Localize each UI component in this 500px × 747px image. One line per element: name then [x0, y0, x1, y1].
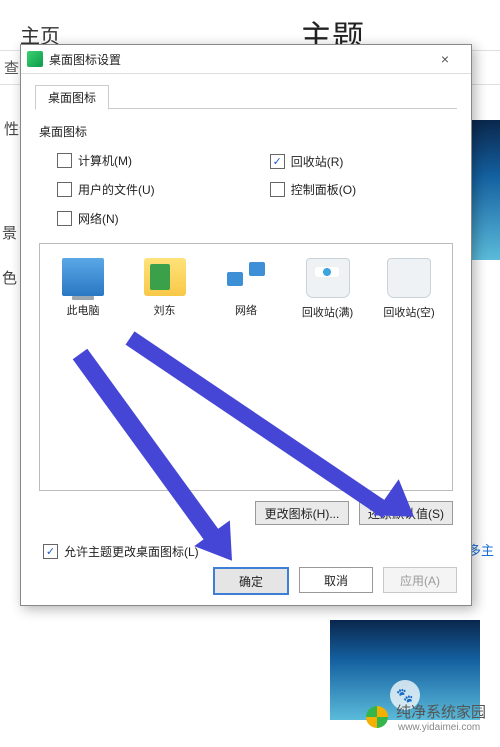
computer-icon: [62, 258, 104, 296]
sidebar-label-colors: 色: [0, 265, 19, 290]
icon-label: 网络: [211, 302, 281, 318]
recycle-empty-icon: [387, 258, 431, 298]
icon-this-pc[interactable]: 此电脑: [48, 258, 118, 320]
watermark-brand: 纯净系统家园: [396, 701, 486, 722]
ok-button[interactable]: 确定: [213, 567, 289, 595]
desktop-icon-settings-dialog: 桌面图标设置 × 桌面图标 桌面图标 计算机(M) ✓: [20, 44, 472, 606]
change-icon-button[interactable]: 更改图标(H)...: [255, 501, 349, 525]
icon-label: 回收站(满): [293, 304, 363, 320]
icon-label: 刘东: [130, 302, 200, 318]
dialog-title: 桌面图标设置: [49, 51, 425, 68]
checkbox-label: 用户的文件(U): [78, 181, 155, 198]
checkbox-computer[interactable]: 计算机(M): [57, 152, 132, 169]
icon-preview-box[interactable]: 此电脑 刘东 网络 回收站(满) 回收站(空): [39, 243, 453, 491]
checkbox-box: [270, 182, 285, 197]
close-button[interactable]: ×: [425, 51, 465, 67]
watermark-url: www.yidaimei.com: [398, 722, 486, 733]
user-folder-icon: [144, 258, 186, 296]
checkbox-userfiles[interactable]: 用户的文件(U): [57, 181, 155, 198]
checkbox-allow-theme[interactable]: ✓ 允许主题更改桌面图标(L): [43, 543, 199, 560]
checkbox-box: [57, 211, 72, 226]
watermark-logo-icon: [366, 706, 388, 728]
dialog-icon: [27, 51, 43, 67]
apply-button[interactable]: 应用(A): [383, 567, 457, 593]
network-icon: [225, 258, 267, 296]
checkbox-recycle[interactable]: ✓ 回收站(R): [270, 153, 344, 170]
watermark: 纯净系统家园 www.yidaimei.com: [366, 701, 486, 733]
checkbox-label: 网络(N): [78, 210, 119, 227]
restore-defaults-button[interactable]: 还原默认值(S): [359, 501, 453, 525]
checkbox-box: [57, 153, 72, 168]
recycle-full-icon: [306, 258, 350, 298]
titlebar: 桌面图标设置 ×: [21, 45, 471, 74]
section-label: 桌面图标: [39, 123, 453, 140]
checkbox-label: 控制面板(O): [291, 181, 356, 198]
sidebar-label-background: 景: [0, 220, 19, 245]
tab-strip: 桌面图标: [35, 84, 457, 109]
icon-user[interactable]: 刘东: [130, 258, 200, 320]
icon-network[interactable]: 网络: [211, 258, 281, 320]
icon-recycle-full[interactable]: 回收站(满): [293, 258, 363, 320]
checkbox-box: ✓: [270, 154, 285, 169]
icon-label: 回收站(空): [374, 304, 444, 320]
checkbox-box: [57, 182, 72, 197]
checkbox-cpanel[interactable]: 控制面板(O): [270, 181, 356, 198]
checkbox-label: 允许主题更改桌面图标(L): [64, 543, 199, 560]
checkbox-box: ✓: [43, 544, 58, 559]
icon-label: 此电脑: [48, 302, 118, 318]
icon-recycle-empty[interactable]: 回收站(空): [374, 258, 444, 320]
checkbox-label: 回收站(R): [291, 153, 344, 170]
cancel-button[interactable]: 取消: [299, 567, 373, 593]
tab-desktop-icons[interactable]: 桌面图标: [35, 85, 109, 110]
checkbox-network[interactable]: 网络(N): [57, 210, 119, 227]
checkbox-label: 计算机(M): [78, 152, 132, 169]
